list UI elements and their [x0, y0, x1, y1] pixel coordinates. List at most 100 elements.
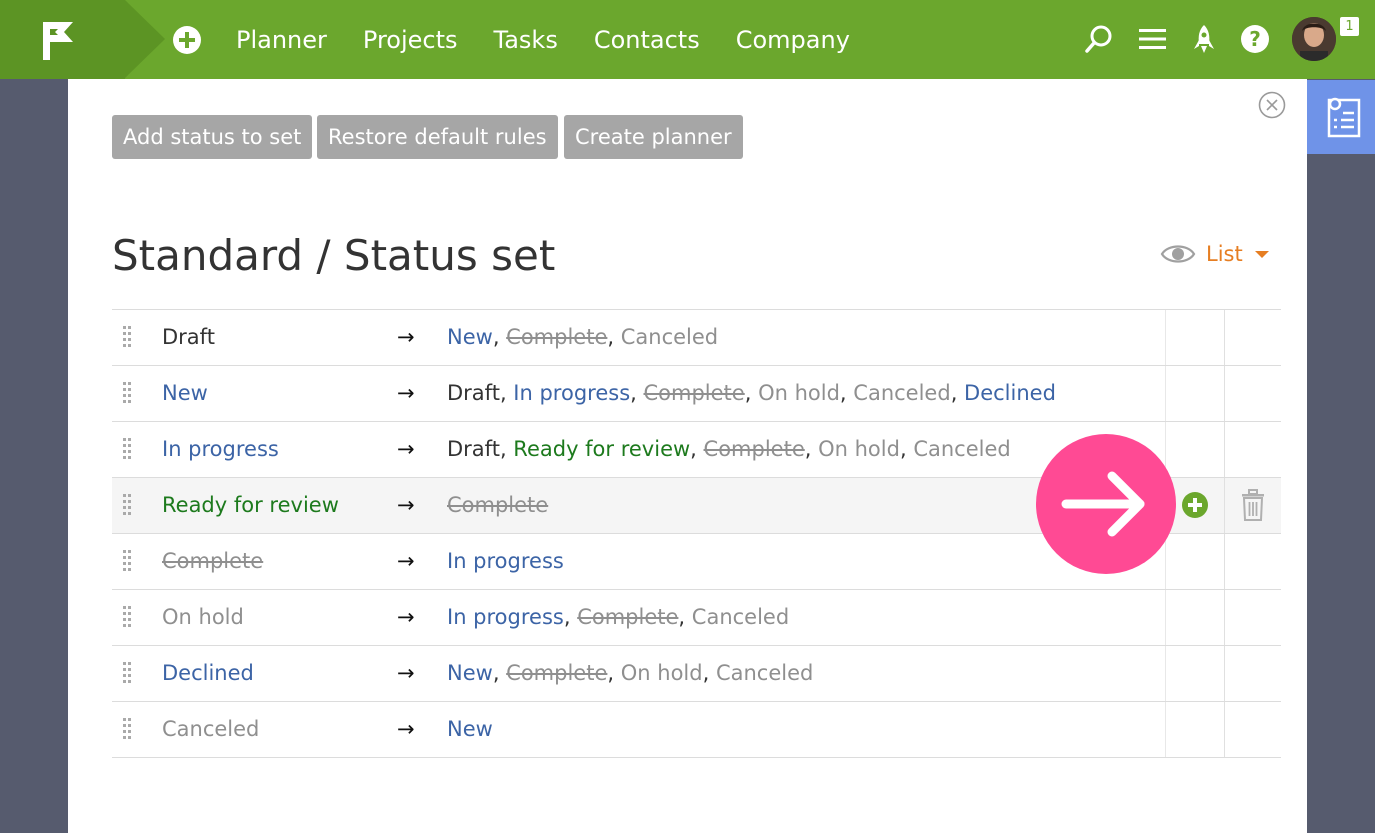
column-divider — [1165, 310, 1166, 365]
separator: , — [950, 381, 965, 405]
avatar[interactable] — [1292, 17, 1336, 61]
nav-item-tasks[interactable]: Tasks — [494, 26, 558, 54]
column-divider — [1224, 646, 1225, 701]
transition-target[interactable]: Ready for review — [513, 437, 690, 461]
drag-handle-icon[interactable] — [121, 436, 133, 460]
transition-target[interactable]: On hold — [621, 661, 703, 685]
transition-target[interactable]: Draft — [447, 381, 500, 405]
nav-item-planner[interactable]: Planner — [236, 26, 327, 54]
rocket-icon[interactable] — [1189, 22, 1219, 56]
transition-target[interactable]: On hold — [758, 381, 840, 405]
drag-handle-icon[interactable] — [121, 716, 133, 740]
drag-handle-icon[interactable] — [121, 604, 133, 628]
status-name[interactable]: Ready for review — [162, 478, 339, 533]
eye-icon — [1160, 245, 1196, 263]
top-bar: Planner Projects Tasks Contacts Company … — [0, 0, 1375, 79]
drag-handle-icon[interactable] — [121, 548, 133, 572]
transition-target[interactable]: In progress — [447, 605, 564, 629]
table-row[interactable]: Draft → New, Complete, Canceled — [112, 309, 1281, 365]
transition-target[interactable]: Complete — [506, 325, 607, 349]
search-icon[interactable] — [1084, 22, 1114, 56]
arrow-right-icon — [1061, 471, 1145, 537]
transition-target[interactable]: New — [447, 661, 493, 685]
column-divider — [1224, 366, 1225, 421]
drag-handle-icon[interactable] — [121, 380, 133, 404]
separator: , — [499, 437, 514, 461]
help-icon[interactable]: ? — [1240, 22, 1270, 56]
transition-arrow-icon: → — [397, 437, 415, 461]
transition-target[interactable]: Declined — [964, 381, 1056, 405]
status-name[interactable]: New — [162, 366, 208, 421]
allowed-transitions: New, Complete, Canceled — [447, 310, 718, 365]
transition-arrow-icon: → — [397, 325, 415, 349]
drag-handle-icon[interactable] — [121, 324, 133, 348]
separator: , — [607, 661, 621, 685]
transition-arrow-icon: → — [397, 381, 415, 405]
separator: , — [499, 381, 514, 405]
allowed-transitions: In progress — [447, 534, 564, 589]
add-transition-icon[interactable] — [1181, 491, 1209, 519]
column-divider — [1165, 702, 1166, 757]
transition-target[interactable]: Complete — [704, 437, 805, 461]
transition-target[interactable]: Draft — [447, 437, 500, 461]
add-status-button[interactable]: Add status to set — [112, 115, 313, 159]
sidebar-settings-tab[interactable] — [1307, 80, 1375, 154]
column-divider — [1165, 366, 1166, 421]
separator: , — [563, 605, 578, 629]
table-row[interactable]: Canceled → New — [112, 701, 1281, 758]
drag-handle-icon[interactable] — [121, 660, 133, 684]
separator: , — [744, 381, 759, 405]
column-divider — [1224, 310, 1225, 365]
add-icon[interactable] — [172, 25, 202, 55]
transition-target[interactable]: In progress — [513, 381, 630, 405]
nav-item-company[interactable]: Company — [736, 26, 850, 54]
column-divider — [1224, 702, 1225, 757]
separator: , — [804, 437, 819, 461]
status-name[interactable]: Declined — [162, 646, 254, 701]
separator: , — [492, 661, 507, 685]
logo-area[interactable] — [0, 0, 125, 79]
transition-arrow-icon: → — [397, 717, 415, 741]
create-planner-button[interactable]: Create planner — [564, 115, 743, 159]
allowed-transitions: Draft, In progress, Complete, On hold, C… — [447, 366, 1056, 421]
chevron-down-icon — [1254, 251, 1269, 258]
transition-target[interactable]: New — [447, 325, 493, 349]
transition-target[interactable]: Canceled — [913, 437, 1010, 461]
logo-flag-icon[interactable] — [40, 20, 76, 62]
restore-default-rules-button[interactable]: Restore default rules — [317, 115, 558, 159]
separator: , — [702, 661, 716, 685]
separator: , — [492, 325, 507, 349]
transition-target[interactable]: Canceled — [853, 381, 950, 405]
separator: , — [839, 381, 854, 405]
transition-target[interactable]: Canceled — [716, 661, 813, 685]
transition-target[interactable]: Complete — [447, 493, 548, 517]
status-name[interactable]: Complete — [162, 534, 263, 589]
column-divider — [1224, 478, 1225, 533]
drag-handle-icon[interactable] — [121, 492, 133, 516]
column-divider — [1224, 422, 1225, 477]
table-row[interactable]: Declined → New, Complete, On hold, Cancele… — [112, 645, 1281, 701]
trash-icon[interactable] — [1240, 489, 1266, 521]
page-title: Standard / Status set — [112, 231, 556, 280]
transition-target[interactable]: In progress — [447, 549, 564, 573]
transition-target[interactable]: Canceled — [621, 325, 718, 349]
view-mode-dropdown[interactable]: List — [1160, 239, 1269, 269]
nav-item-projects[interactable]: Projects — [363, 26, 458, 54]
status-name[interactable]: Canceled — [162, 702, 259, 757]
transition-target[interactable]: On hold — [818, 437, 900, 461]
transition-target[interactable]: Complete — [577, 605, 678, 629]
status-name[interactable]: On hold — [162, 590, 244, 645]
close-icon[interactable] — [1258, 91, 1286, 119]
notification-badge[interactable]: 1 — [1340, 17, 1359, 36]
status-name[interactable]: In progress — [162, 422, 279, 477]
transition-target[interactable]: New — [447, 717, 493, 741]
transition-target[interactable]: Complete — [506, 661, 607, 685]
nav-item-contacts[interactable]: Contacts — [594, 26, 700, 54]
transition-target[interactable]: Canceled — [692, 605, 789, 629]
transition-target[interactable]: Complete — [644, 381, 745, 405]
menu-icon[interactable] — [1138, 22, 1168, 56]
table-row[interactable]: New → Draft, In progress, Complete, On hol… — [112, 365, 1281, 421]
status-name[interactable]: Draft — [162, 310, 215, 365]
svg-text:?: ? — [1249, 27, 1261, 51]
table-row[interactable]: On hold → In progress, Complete, Canceled — [112, 589, 1281, 645]
